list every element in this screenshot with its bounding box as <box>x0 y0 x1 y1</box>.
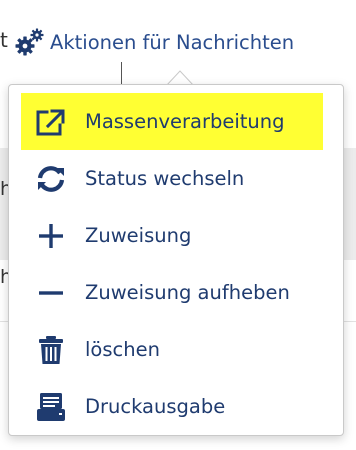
refresh-icon <box>37 165 65 192</box>
plus-icon <box>39 223 63 248</box>
menu-item-zuweisung-aufheben[interactable]: Zuweisung aufheben <box>9 264 343 321</box>
menu-item-massenverarbeitung[interactable]: Massenverarbeitung <box>21 93 323 150</box>
menu-item-label: Status wechseln <box>85 167 245 190</box>
minus-icon <box>39 290 63 295</box>
menu-item-label: Massenverarbeitung <box>85 110 285 133</box>
trash-icon <box>39 335 63 364</box>
menu-item-label: Zuweisung <box>85 224 192 247</box>
menu-item-label: Zuweisung aufheben <box>85 281 290 304</box>
gears-icon <box>15 28 44 56</box>
actions-menu-label: Aktionen für Nachrichten <box>50 30 295 54</box>
external-link-icon <box>36 109 65 135</box>
menu-item-label: Druckausgabe <box>85 395 226 418</box>
divider <box>121 62 122 84</box>
menu-item-zuweisung[interactable]: Zuweisung <box>9 207 343 264</box>
truncated-toolbar-text: t <box>0 28 8 52</box>
actions-dropdown-menu: Massenverarbeitung Status wechseln Zuwei… <box>8 84 344 436</box>
menu-item-status-wechseln[interactable]: Status wechseln <box>9 150 343 207</box>
menu-item-druckausgabe[interactable]: Druckausgabe <box>9 378 343 435</box>
printer-icon <box>37 392 65 421</box>
actions-menu-button[interactable]: Aktionen für Nachrichten <box>12 22 294 62</box>
menu-item-loeschen[interactable]: löschen <box>9 321 343 378</box>
menu-item-label: löschen <box>85 338 160 361</box>
